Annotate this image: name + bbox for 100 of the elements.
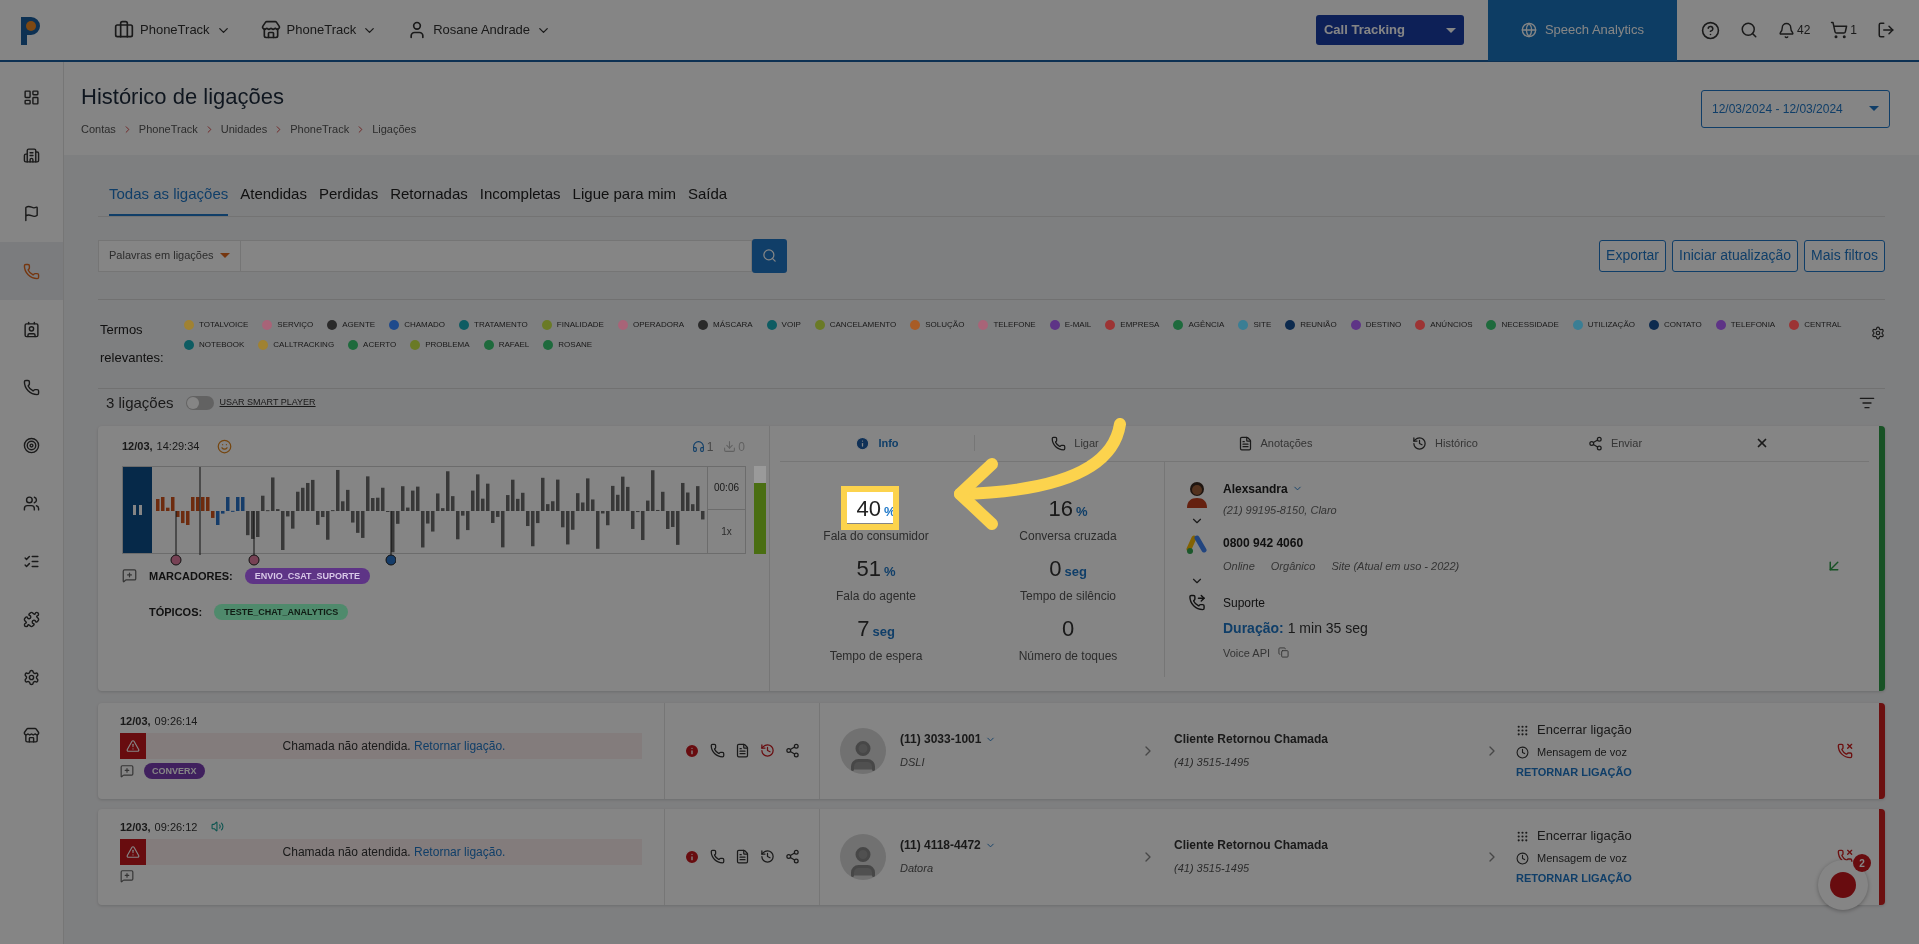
stat-unit: % [883,562,896,581]
return-call-link[interactable]: Retornar ligação. [414,739,506,753]
help-icon[interactable] [1700,20,1720,40]
clock-icon [1516,851,1529,865]
nav-menu[interactable]: PhoneTrack [114,20,231,40]
stat-label: Número de toques [1018,647,1118,665]
alert-icon [120,839,146,865]
bell-icon [1777,21,1795,39]
detail-tab[interactable]: Enviar [1515,434,1715,452]
cart-icon [1830,21,1849,39]
history-icon[interactable] [760,743,775,758]
term-label: PROBLEMA [425,338,470,351]
term-label: TELEFONE [993,318,1036,331]
phone-icon[interactable] [710,743,725,758]
tab[interactable]: Todas as ligações [109,183,229,216]
add-marker-icon[interactable] [120,869,134,883]
breadcrumb-link[interactable]: Ligações [372,120,417,138]
stat-value: 51 [856,555,881,581]
logout-icon[interactable] [1877,21,1895,39]
nav-menu[interactable]: PhoneTrack [260,20,378,40]
share-icon[interactable] [785,849,800,864]
call-date: 12/03, [120,819,151,835]
info-icon[interactable] [684,742,700,759]
speech-analytics-button[interactable]: Speech Analytics [1487,0,1677,61]
action-button[interactable]: Iniciar atualização [1672,239,1799,272]
add-marker-icon[interactable] [120,764,134,778]
phone-icon[interactable] [710,849,725,864]
end-call-label: Encerrar ligação [1537,827,1632,846]
keypad-icon [1516,829,1529,843]
search-field[interactable]: Palavras em ligações [98,239,752,272]
detail-tab[interactable]: Histórico [1375,434,1515,452]
breadcrumb-link[interactable]: Unidades [220,120,268,138]
source-number: 0800 942 4060 [1223,534,1305,552]
puzzle-icon [23,610,40,628]
term-label: MÁSCARA [713,318,753,331]
term-label: FINALIDADE [556,318,604,331]
users-icon [23,494,40,512]
history-icon[interactable] [760,849,775,864]
tab[interactable]: Perdidas [318,183,379,216]
term-label: REUNIÃO [1300,318,1337,331]
tab[interactable]: Incompletas [479,183,561,216]
term-label: SOLUÇÃO [925,318,965,331]
smart-player-toggle[interactable] [185,396,214,410]
caret-icon [219,253,230,258]
tab[interactable]: Atendidas [240,183,307,216]
date-range-picker[interactable]: 12/03/2024 - 12/03/2024 [1701,89,1890,128]
product-select[interactable]: Call Tracking [1315,15,1464,45]
add-marker-icon[interactable] [122,568,137,584]
tab[interactable]: Saída [688,183,728,216]
term-label: AGÊNCIA [1188,318,1225,331]
stat-value: 7 [857,615,870,641]
call-time: 09:26:14 [154,713,198,729]
term-label: DESTINO [1365,318,1402,331]
share-icon[interactable] [785,743,800,758]
pause-button[interactable] [123,466,152,553]
person-avatar-icon [1186,479,1208,508]
flag-icon [23,204,40,222]
nav-menu[interactable]: Rosane Andrade [407,20,552,40]
target-icon [23,436,40,454]
term-label: CENTRAL [1804,318,1842,331]
search-button[interactable] [752,238,787,273]
tab[interactable]: Ligue para mim [572,183,676,216]
speed-control[interactable]: 1x [708,510,745,553]
detail-tab[interactable]: Info [780,434,975,452]
settings-icon[interactable] [1871,325,1885,340]
source-tag: Online [1223,557,1255,574]
search-icon[interactable] [1739,21,1758,39]
sort-icon[interactable] [1859,395,1875,411]
detail-tab[interactable]: Anotações [1175,434,1375,452]
action-button[interactable]: Exportar [1599,239,1667,272]
tab[interactable]: Retornadas [390,183,468,216]
return-call-link[interactable]: RETORNAR LIGAÇÃO [1516,870,1776,887]
missed-call-icon [1837,742,1853,759]
smart-player-label: USAR SMART PLAYER [219,396,316,410]
alert-icon [120,733,146,759]
caller-name: Alexsandra [1223,480,1288,498]
info-icon[interactable] [684,848,700,865]
stat-label: Tempo de espera [829,647,923,665]
ads-logo-icon [1186,533,1208,556]
cart-button[interactable]: 1 [1830,21,1857,39]
action-button[interactable]: Mais filtros [1804,239,1885,272]
chat-logo-icon [1830,872,1856,898]
stat-value: 16 [1048,495,1073,521]
document-icon[interactable] [735,849,750,864]
globe-icon [1520,22,1537,38]
integration-label: Voice API [1223,645,1271,661]
detail-tab[interactable]: Ligar [975,434,1175,452]
copy-icon[interactable] [1278,647,1290,659]
breadcrumb-link[interactable]: Contas [81,120,116,138]
close-icon[interactable] [1755,436,1769,450]
notifications-button[interactable]: 42 [1777,21,1811,39]
term-label: EMPRESA [1120,318,1160,331]
return-call-link[interactable]: RETORNAR LIGAÇÃO [1516,764,1776,781]
filter-select[interactable]: Palavras em ligações [99,240,241,271]
alert-text: Chamada não atendida. Retornar ligação. [281,844,507,861]
breadcrumb-link[interactable]: PhoneTrack [290,120,350,138]
breadcrumb-link[interactable]: PhoneTrack [138,120,198,138]
document-icon[interactable] [735,743,750,758]
document-icon [1237,435,1253,451]
return-call-link[interactable]: Retornar ligação. [414,845,506,859]
